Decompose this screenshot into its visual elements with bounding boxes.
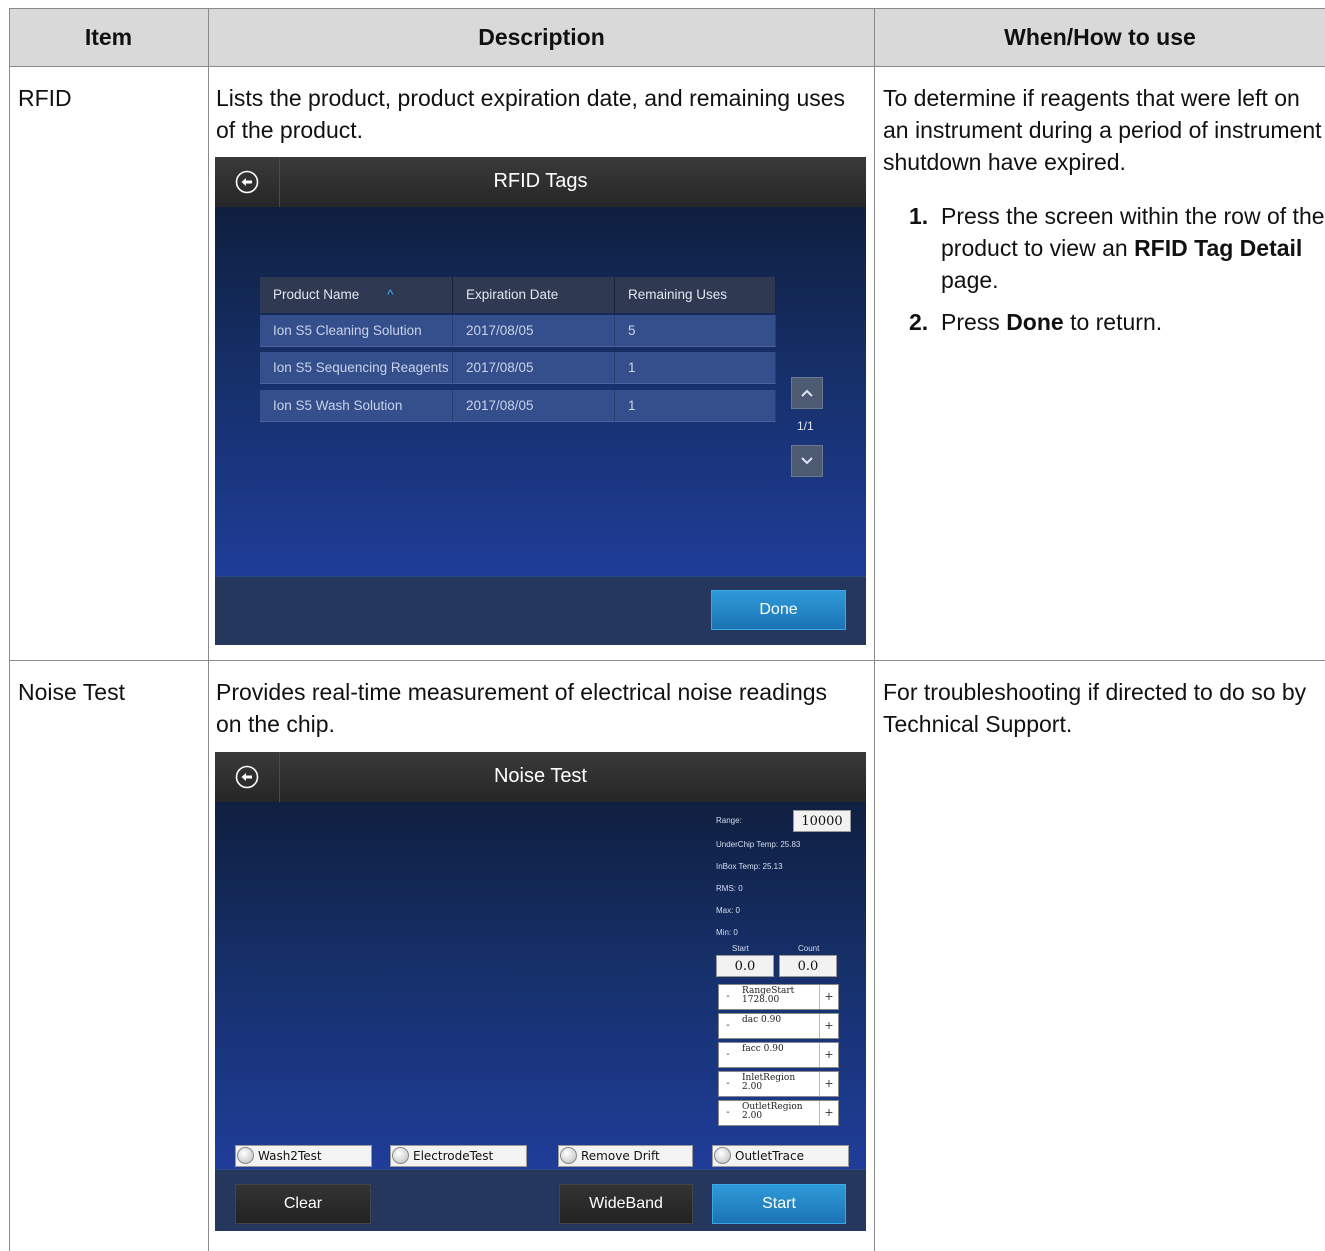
range-label: Range:	[716, 816, 742, 825]
decrement-button[interactable]: -	[721, 1101, 735, 1125]
max-readout: Max: 0	[716, 906, 741, 915]
range-input[interactable]: 10000	[793, 810, 851, 832]
clear-button[interactable]: Clear	[235, 1184, 371, 1224]
back-arrow-icon	[235, 170, 259, 194]
increment-button[interactable]: +	[819, 1072, 838, 1096]
cell-expiration: 2017/08/05	[453, 390, 615, 422]
start-label: Start	[732, 944, 749, 953]
radio-icon	[237, 1147, 254, 1164]
noise-titlebar: Noise Test	[215, 752, 866, 802]
noise-back-button[interactable]	[215, 752, 280, 802]
chevron-down-icon	[801, 457, 813, 465]
header-description: Description	[209, 8, 874, 66]
rfid-when-text: To determine if reagents that were left …	[883, 85, 1322, 175]
decrement-button[interactable]: -	[721, 1072, 735, 1096]
column-product-name[interactable]: Product Name ^	[260, 277, 453, 313]
table-header-divider	[9, 66, 1325, 67]
table-row[interactable]: Ion S5 Sequencing Reagents 2017/08/05 1	[260, 352, 776, 384]
reference-table: Item Description When/How to use RFID Li…	[9, 8, 1325, 1251]
page-up-button[interactable]	[791, 377, 823, 409]
done-button[interactable]: Done	[711, 590, 846, 630]
increment-button[interactable]: +	[819, 985, 838, 1009]
radio-icon	[714, 1147, 731, 1164]
facc-stepper[interactable]: - facc 0.90 +	[718, 1042, 839, 1068]
remove-drift-checkbox[interactable]: Remove Drift	[558, 1145, 693, 1167]
page-indicator: 1/1	[797, 419, 814, 433]
cell-remaining: 5	[615, 315, 776, 347]
increment-button[interactable]: +	[819, 1101, 838, 1125]
start-input[interactable]: 0.0	[716, 955, 774, 977]
underchip-temp: UnderChip Temp: 25.83	[716, 840, 801, 849]
table-row[interactable]: Ion S5 Cleaning Solution 2017/08/05 5	[260, 315, 776, 347]
count-input[interactable]: 0.0	[779, 955, 837, 977]
radio-icon	[560, 1147, 577, 1164]
decrement-button[interactable]: -	[721, 1014, 735, 1038]
table-col-divider-1	[208, 8, 209, 1251]
table-col-divider-2	[874, 8, 875, 1251]
increment-button[interactable]: +	[819, 1014, 838, 1038]
column-remaining-uses[interactable]: Remaining Uses	[615, 277, 776, 313]
table-row-divider	[9, 660, 1325, 661]
rfid-titlebar: RFID Tags	[215, 157, 866, 207]
noise-description: Provides real-time measurement of electr…	[216, 679, 828, 737]
min-readout: Min: 0	[716, 928, 738, 937]
rfid-tags-screen: RFID Tags Product Name ^ Expiration Date …	[215, 157, 866, 645]
noise-test-screen: Noise Test Range: 10000 UnderChip Temp: …	[215, 752, 866, 1231]
cell-product: Ion S5 Cleaning Solution	[260, 315, 453, 347]
rms-readout: RMS: 0	[716, 884, 743, 893]
step-2: 2. Press Done to return.	[909, 309, 1163, 335]
decrement-button[interactable]: -	[721, 985, 735, 1009]
step-1: 1. Press the screen within the row of th…	[909, 203, 1325, 293]
inletregion-stepper[interactable]: - InletRegion 2.00 +	[718, 1071, 839, 1097]
radio-icon	[392, 1147, 409, 1164]
wideband-button[interactable]: WideBand	[559, 1184, 693, 1224]
rfid-steps: 1. Press the screen within the row of th…	[883, 200, 1325, 348]
outletregion-stepper[interactable]: - OutletRegion 2.00 +	[718, 1100, 839, 1126]
noise-screen-title: Noise Test	[493, 765, 587, 787]
start-button[interactable]: Start	[712, 1184, 846, 1224]
outlettrace-checkbox[interactable]: OutletTrace	[712, 1145, 849, 1167]
item-noise-test: Noise Test	[18, 679, 125, 705]
table-border-top	[9, 8, 1325, 9]
cell-remaining: 1	[615, 390, 776, 422]
count-label: Count	[798, 944, 820, 953]
rfid-back-button[interactable]	[215, 157, 280, 207]
item-rfid: RFID	[18, 85, 72, 111]
wash2test-checkbox[interactable]: Wash2Test	[235, 1145, 372, 1167]
header-when-how: When/How to use	[875, 8, 1325, 66]
cell-expiration: 2017/08/05	[453, 315, 615, 347]
cell-expiration: 2017/08/05	[453, 352, 615, 384]
page-down-button[interactable]	[791, 445, 823, 477]
back-arrow-icon	[235, 765, 259, 789]
chevron-up-icon	[801, 389, 813, 397]
rfid-screen-title: RFID Tags	[493, 170, 588, 192]
rfid-description: Lists the product, product expiration da…	[216, 85, 846, 143]
table-row[interactable]: Ion S5 Wash Solution 2017/08/05 1	[260, 390, 776, 422]
cell-product: Ion S5 Wash Solution	[260, 390, 453, 422]
header-item: Item	[9, 8, 208, 66]
increment-button[interactable]: +	[819, 1043, 838, 1067]
sort-ascending-icon: ^	[387, 287, 394, 302]
dac-stepper[interactable]: - dac 0.90 +	[718, 1013, 839, 1039]
column-expiration-date[interactable]: Expiration Date	[453, 277, 615, 313]
noise-when-text: For troubleshooting if directed to do so…	[883, 679, 1307, 737]
inbox-temp: InBox Temp: 25.13	[716, 862, 783, 871]
decrement-button[interactable]: -	[721, 1043, 735, 1067]
cell-product: Ion S5 Sequencing Reagents	[260, 352, 453, 384]
cell-remaining: 1	[615, 352, 776, 384]
rfid-table-header: Product Name ^ Expiration Date Remaining …	[260, 277, 776, 313]
electrodetest-checkbox[interactable]: ElectrodeTest	[390, 1145, 527, 1167]
rangestart-stepper[interactable]: - RangeStart 1728.00 +	[718, 984, 839, 1010]
table-border-left	[9, 8, 10, 1251]
